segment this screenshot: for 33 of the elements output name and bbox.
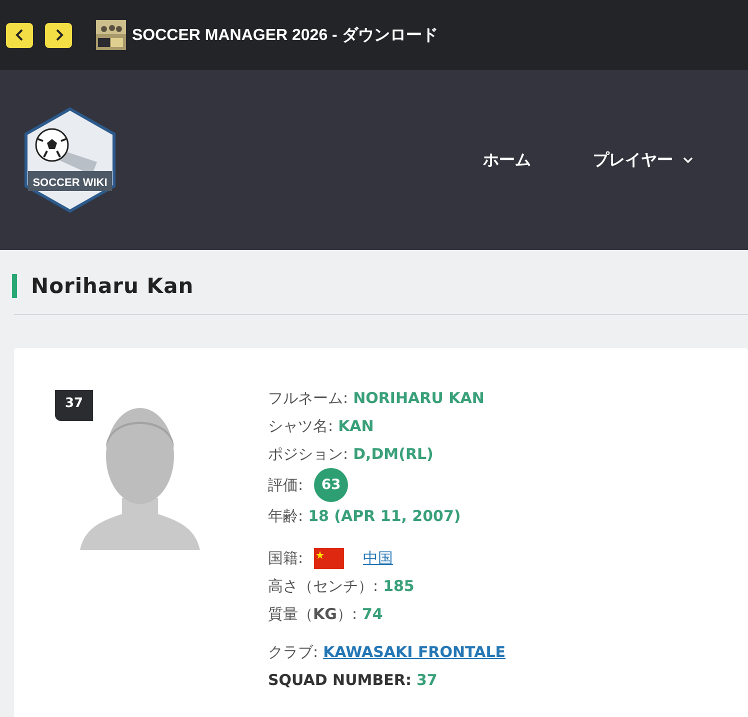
field-label: 質量（KG）: [268,604,357,624]
title-accent-bar [12,274,17,298]
club-link[interactable]: KAWASAKI FRONTALE [323,643,506,661]
field-value: KAN [338,417,374,435]
forward-button[interactable] [45,22,72,48]
flag-icon [314,548,344,568]
nav-link[interactable]: プレイヤー [593,150,693,170]
nationality-link[interactable]: 中国 [363,548,394,568]
player-name: Noriharu Kan [31,274,194,298]
chevron-right-icon [54,29,64,41]
nav-link[interactable]: ホーム [483,150,531,170]
number-badge: 37 [55,390,94,421]
rating-badge: 63 [314,468,348,502]
field-value: 185 [383,577,414,595]
app-icon [96,20,126,50]
field-label: クラブ: [268,642,318,662]
field-label: 評価: [268,476,304,494]
field-label: 年齢: [268,506,304,526]
field-label: 国籍: [268,548,304,568]
soccer-wiki-logo[interactable]: SOCCER WIKI [22,107,118,213]
field-value: D,DM(RL) [353,445,434,463]
field-value: 18 (APR 11, 2007) [308,507,461,525]
field-value: 37 [416,671,438,689]
chevron-left-icon [14,29,24,41]
field-label: シャツ名: [268,416,334,436]
field-value: 74 [362,605,383,623]
field-label: ポジション: [268,444,348,464]
field-label: SQUAD NUMBER: [268,671,412,689]
window-title: SOCCER MANAGER 2026 - ダウンロード [132,26,438,46]
field-value: NORIHARU KAN [353,389,484,407]
field-label: フルネーム: [268,388,348,408]
field-label: 高さ（センチ）: [268,576,378,596]
back-button[interactable] [6,22,33,48]
